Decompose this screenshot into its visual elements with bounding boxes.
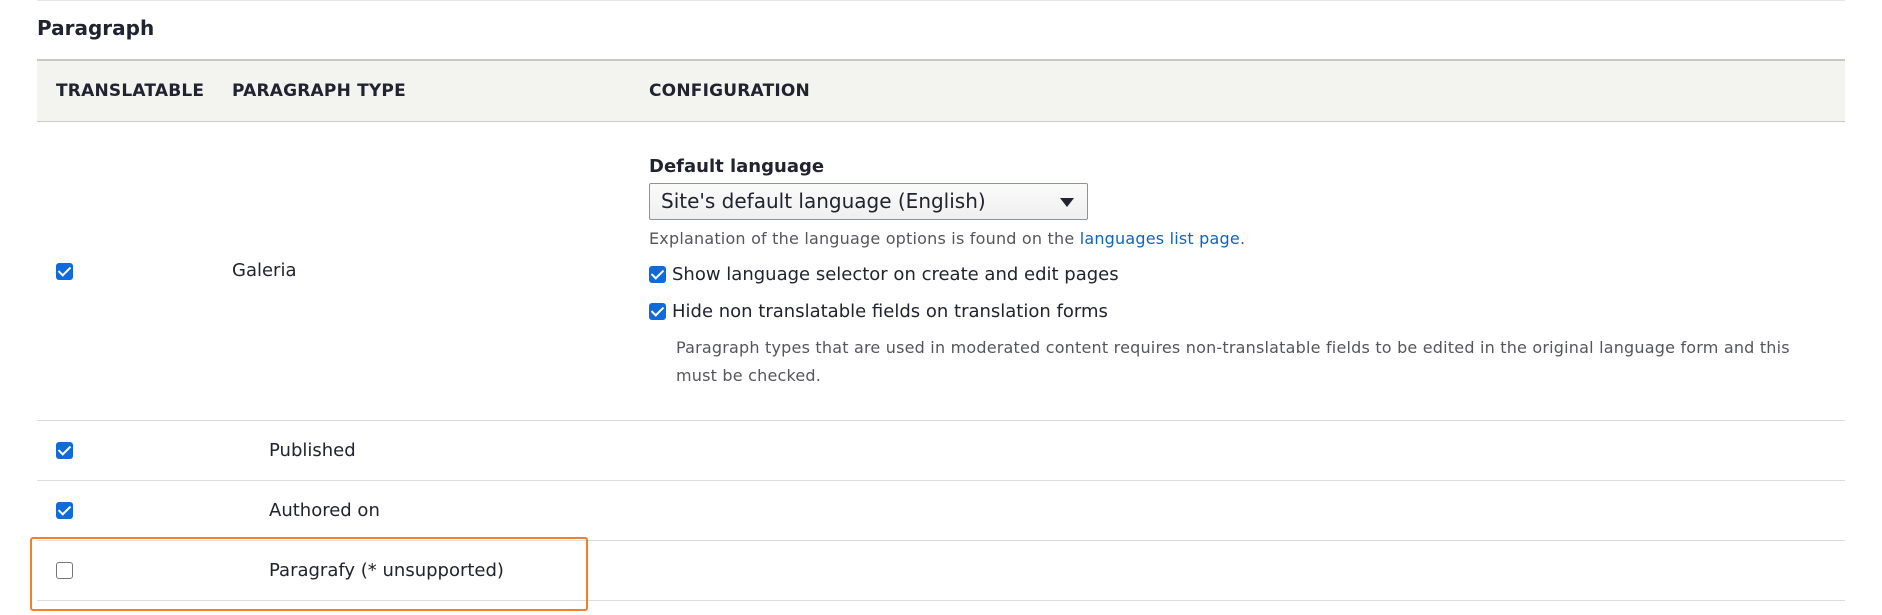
cell-configuration-empty	[630, 480, 1845, 541]
cell-translatable	[37, 480, 213, 541]
translatable-checkbox-published[interactable]	[56, 442, 73, 459]
table-row-published: Published	[37, 420, 1845, 481]
header-paragraph-type: PARAGRAPH TYPE	[213, 59, 630, 122]
field-label-published: Published	[269, 439, 356, 461]
cell-type: Galeria	[213, 121, 630, 421]
field-label-paragrafy: Paragrafy (* unsupported)	[269, 559, 504, 581]
cell-translatable	[37, 540, 213, 601]
explanation-prefix: Explanation of the language options is f…	[649, 228, 1080, 248]
default-language-select[interactable]: Site's default language (English)	[649, 182, 1088, 220]
cell-type: Published	[213, 420, 630, 481]
hide-non-translatable-option: Hide non translatable fields on translat…	[649, 301, 1825, 322]
field-label-authored-on: Authored on	[269, 499, 380, 521]
cell-configuration-empty	[630, 540, 1845, 601]
cell-configuration-empty	[630, 420, 1845, 481]
table-row-authored-on: Authored on	[37, 480, 1845, 541]
default-language-label: Default language	[649, 155, 825, 177]
show-language-selector-option: Show language selector on create and edi…	[649, 264, 1825, 285]
default-language-value: Site's default language (English)	[661, 188, 986, 213]
translatable-checkbox-paragrafy[interactable]	[56, 562, 73, 579]
configuration-panel: Default language Site's default language…	[649, 122, 1845, 420]
caret-down-icon	[1060, 197, 1074, 207]
header-translatable: TRANSLATABLE	[37, 59, 213, 122]
table-row-paragrafy: Paragrafy (* unsupported)	[37, 540, 1845, 601]
translatable-checkbox-galeria[interactable]	[56, 262, 73, 280]
cell-translatable	[37, 121, 213, 421]
paragraph-type-label: Galeria	[232, 260, 297, 281]
hide-non-translatable-checkbox[interactable]	[649, 302, 666, 320]
content-translation-table: TRANSLATABLE PARAGRAPH TYPE CONFIGURATIO…	[37, 59, 1845, 601]
top-divider	[37, 0, 1845, 1]
show-language-selector-label: Show language selector on create and edi…	[672, 263, 1119, 285]
show-language-selector-checkbox[interactable]	[649, 265, 666, 283]
hide-non-translatable-description: Paragraph types that are used in moderat…	[676, 337, 1790, 385]
language-explanation: Explanation of the language options is f…	[649, 229, 1825, 248]
explanation-suffix: .	[1239, 228, 1246, 248]
table-header-row: TRANSLATABLE PARAGRAPH TYPE CONFIGURATIO…	[37, 59, 1845, 122]
hide-non-translatable-label: Hide non translatable fields on translat…	[672, 300, 1108, 322]
languages-list-link[interactable]: languages list page	[1080, 229, 1240, 248]
cell-type: Paragrafy (* unsupported)	[213, 540, 630, 601]
section-title: Paragraph	[37, 16, 155, 40]
table-row-galeria: Galeria Default language Site's default …	[37, 121, 1845, 421]
cell-translatable	[37, 420, 213, 481]
cell-type: Authored on	[213, 480, 630, 541]
cell-configuration: Default language Site's default language…	[630, 121, 1845, 421]
header-configuration: CONFIGURATION	[630, 59, 1845, 122]
translatable-checkbox-authored-on[interactable]	[56, 502, 73, 519]
